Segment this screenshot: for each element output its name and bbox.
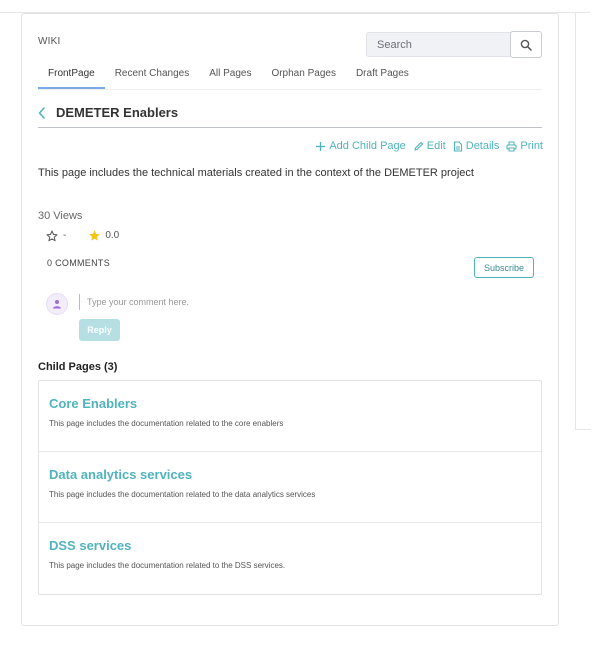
details-button[interactable]: Details — [453, 140, 500, 152]
comment-input[interactable] — [79, 294, 379, 310]
child-pages-heading: Child Pages (3) — [38, 361, 118, 373]
edit-button[interactable]: Edit — [413, 140, 446, 152]
child-page-link[interactable]: Data analytics services — [49, 467, 192, 482]
tabs-divider — [38, 89, 542, 90]
view-count: 30 Views — [38, 210, 83, 222]
page-title: DEMETER Enablers — [56, 105, 179, 120]
details-label: Details — [465, 140, 500, 152]
wiki-portlet: WIKI FrontPage Recent Changes All Pages … — [21, 13, 559, 626]
star-filled-icon — [89, 230, 101, 241]
child-pages-list: Core Enablers This page includes the doc… — [38, 380, 542, 595]
comments-count: 0 COMMENTS — [47, 258, 111, 268]
child-page-description: This page includes the documentation rel… — [49, 561, 286, 570]
child-page-link[interactable]: DSS services — [49, 538, 131, 553]
printer-icon — [506, 141, 517, 151]
average-rating-value: 0.0 — [105, 230, 120, 241]
title-divider — [38, 127, 542, 128]
rating-bar: - 0.0 — [46, 229, 119, 242]
add-child-page-label: Add Child Page — [329, 140, 406, 152]
print-button[interactable]: Print — [506, 140, 543, 152]
tab-draft-pages[interactable]: Draft Pages — [346, 66, 419, 90]
add-child-page-button[interactable]: Add Child Page — [315, 140, 406, 152]
plus-icon — [316, 141, 326, 151]
tab-recent-changes[interactable]: Recent Changes — [105, 66, 200, 90]
pencil-icon — [414, 141, 423, 151]
child-page-card: DSS services This page includes the docu… — [39, 523, 541, 594]
tab-orphan-pages[interactable]: Orphan Pages — [261, 66, 346, 90]
search-button[interactable] — [510, 31, 542, 58]
tab-all-pages[interactable]: All Pages — [199, 66, 261, 90]
child-page-link[interactable]: Core Enablers — [49, 396, 137, 411]
print-label: Print — [520, 140, 543, 152]
search-bar — [366, 31, 543, 58]
child-page-card: Data analytics services This page includ… — [39, 452, 541, 523]
child-page-description: This page includes the documentation rel… — [49, 490, 316, 499]
user-avatar — [46, 293, 68, 315]
page-content: This page includes the technical materia… — [38, 167, 474, 179]
child-page-description: This page includes the documentation rel… — [49, 419, 284, 428]
portlet-title: WIKI — [38, 36, 61, 47]
chevron-left-icon — [38, 106, 45, 119]
user-rating-value: - — [63, 230, 67, 241]
subscribe-button[interactable]: Subscribe — [474, 257, 534, 278]
search-icon — [520, 39, 532, 51]
wiki-nav-tabs: FrontPage Recent Changes All Pages Orpha… — [38, 66, 419, 90]
user-icon — [53, 300, 61, 309]
tab-frontpage[interactable]: FrontPage — [38, 66, 105, 90]
page-actions: Add Child Page Edit Details Print — [315, 140, 543, 152]
edit-label: Edit — [426, 140, 446, 152]
side-panel — [575, 12, 591, 430]
page-header: DEMETER Enablers — [38, 105, 178, 120]
back-button[interactable] — [38, 106, 52, 120]
document-icon — [453, 140, 462, 152]
search-input[interactable] — [366, 32, 511, 57]
star-outline-icon[interactable] — [46, 230, 58, 242]
child-page-card: Core Enablers This page includes the doc… — [39, 381, 541, 452]
reply-button[interactable]: Reply — [79, 319, 120, 341]
